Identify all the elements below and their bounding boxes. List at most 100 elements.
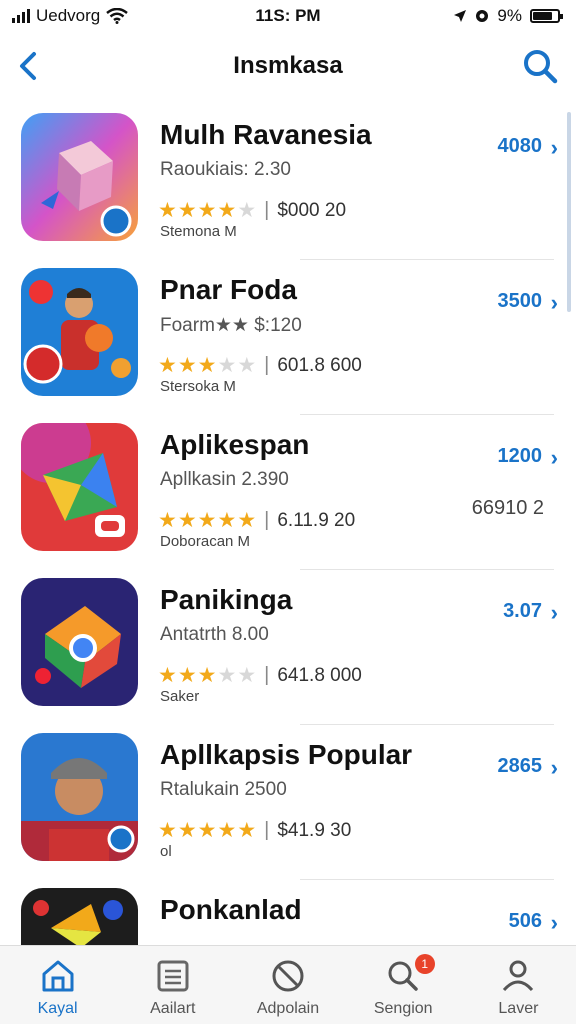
- tab-aailart[interactable]: Aailart: [115, 946, 230, 1024]
- tab-sengion[interactable]: 1 Sengion: [346, 946, 461, 1024]
- page-title: Insmkasa: [233, 52, 343, 79]
- star-icon: ★: [197, 819, 217, 842]
- star-icon: ★: [237, 819, 257, 842]
- app-subtitle: Rtalukain 2500: [160, 779, 287, 800]
- star-icon: ★: [217, 509, 237, 532]
- app-price: 641.8 000: [277, 664, 362, 686]
- star-icon: ★: [197, 354, 217, 377]
- app-category: Saker: [160, 688, 200, 705]
- rating-stars: ★ ★ ★ ★ ★: [158, 665, 256, 686]
- app-name: Apllkapsis Popular: [160, 739, 413, 770]
- app-row[interactable]: Aplikespan Apllkasin 2.390 ★ ★ ★ ★ ★ | 6.11.9 20…: [0, 415, 566, 570]
- app-name: Mulh Ravanesia: [160, 119, 372, 150]
- status-bar: Uedvorg 11S: PM 9%: [0, 0, 576, 34]
- tab-adpolain[interactable]: Adpolain: [230, 946, 345, 1024]
- star-icon: ★: [237, 199, 257, 222]
- separator: |: [264, 509, 270, 531]
- chevron-right-icon[interactable]: ›: [551, 135, 558, 161]
- profile-icon: [498, 956, 538, 996]
- tab-label: Laver: [498, 1000, 539, 1017]
- app-count[interactable]: 506: [509, 910, 542, 933]
- app-category: Stersoka M: [160, 378, 236, 395]
- app-rating: ★ ★ ★ ★ ★ | 641.8 000: [158, 664, 362, 687]
- app-rating: ★ ★ ★ ★ ★ | 601.8 600: [158, 354, 362, 377]
- app-subtitle: Foarm★★ $:120: [160, 315, 302, 336]
- tab-label: Sengion: [373, 1000, 433, 1017]
- app-count[interactable]: 4080: [498, 135, 543, 158]
- app-category: ol: [160, 843, 172, 860]
- app-subtitle: Antatrth 8.00: [160, 624, 269, 645]
- no-entry-icon: [268, 956, 308, 996]
- star-icon: ★: [237, 664, 257, 687]
- chevron-right-icon[interactable]: ›: [551, 600, 558, 626]
- app-extra-value: 66910 2: [471, 497, 544, 519]
- app-price: 6.11.9 20: [277, 509, 356, 531]
- app-rating: ★ ★ ★ ★ ★ | $000 20: [158, 199, 346, 222]
- focus-icon: [476, 10, 489, 22]
- star-icon: ★: [197, 664, 217, 687]
- character-app-icon[interactable]: [21, 268, 138, 396]
- app-price: 601.8 600: [277, 354, 362, 376]
- app-subtitle: Raoukiais: 2.30: [160, 159, 291, 180]
- app-rating: ★ ★ ★ ★ ★ | $41.9 30: [158, 819, 351, 842]
- home-icon: [38, 956, 78, 996]
- app-category: Stemona M: [160, 223, 237, 240]
- star-icon: ★: [177, 664, 197, 687]
- status-right: 9%: [453, 6, 563, 26]
- tab-kayal[interactable]: Kayal: [0, 946, 115, 1024]
- app-count[interactable]: 1200: [498, 445, 543, 468]
- app-row[interactable]: Panikinga Antatrth 8.00 ★ ★ ★ ★ ★ | 641.8 000 Sak…: [0, 570, 566, 725]
- tab-bar: Kayal Aailart Adpolain 1 Sengion Laver: [0, 945, 576, 1024]
- star-icon: ★: [158, 509, 177, 532]
- app-row[interactable]: Mulh Ravanesia Raoukiais: 2.30 ★ ★ ★ ★ ★ | $000 …: [0, 105, 566, 260]
- app-count[interactable]: 2865: [498, 755, 543, 778]
- star-icon: ★: [217, 354, 237, 377]
- chevron-right-icon[interactable]: ›: [551, 910, 558, 936]
- notification-badge: 1: [414, 954, 435, 974]
- search-icon[interactable]: [520, 46, 560, 86]
- app-row[interactable]: Apllkapsis Popular Rtalukain 2500 ★ ★ ★ ★ ★ | $4…: [0, 725, 566, 880]
- tab-laver[interactable]: Laver: [461, 946, 576, 1024]
- cube-chrome-app-icon[interactable]: [21, 578, 138, 706]
- portrait-app-icon[interactable]: [21, 733, 138, 861]
- rating-stars: ★ ★ ★ ★ ★: [158, 820, 256, 841]
- star-icon: ★: [158, 354, 177, 377]
- scrollbar[interactable]: [567, 112, 571, 312]
- star-icon: ★: [177, 819, 197, 842]
- app-price: $000 20: [277, 199, 347, 221]
- star-icon: ★: [237, 354, 257, 377]
- app-count[interactable]: 3.07: [503, 600, 542, 623]
- chevron-right-icon[interactable]: ›: [551, 755, 558, 781]
- app-name: Pnar Foda: [160, 274, 297, 305]
- tab-label: Adpolain: [256, 1000, 320, 1017]
- app-subtitle: Apllkasin 2.390: [160, 469, 289, 490]
- tab-label: Kayal: [37, 1000, 78, 1017]
- rating-stars: ★ ★ ★ ★ ★: [158, 355, 256, 376]
- app-rating: ★ ★ ★ ★ ★ | 6.11.9 20: [158, 509, 355, 532]
- battery-icon: [530, 9, 563, 23]
- star-icon: ★: [177, 354, 197, 377]
- rating-stars: ★ ★ ★ ★ ★: [158, 200, 256, 221]
- app-row[interactable]: Pnar Foda Foarm★★ $:120 ★ ★ ★ ★ ★ | 601.8 600 Ste…: [0, 260, 566, 415]
- star-icon: ★: [158, 819, 177, 842]
- bird-app-icon[interactable]: [21, 888, 138, 945]
- star-icon: ★: [177, 509, 197, 532]
- app-row[interactable]: Ponkanlad 506 ›: [0, 880, 566, 945]
- chevron-right-icon[interactable]: ›: [551, 445, 558, 471]
- location-arrow-icon: [454, 10, 467, 22]
- star-icon: ★: [197, 509, 217, 532]
- app-name: Panikinga: [160, 584, 293, 615]
- app-list: Mulh Ravanesia Raoukiais: 2.30 ★ ★ ★ ★ ★ | $000 …: [0, 105, 576, 945]
- cube-app-icon[interactable]: [21, 113, 138, 241]
- separator: |: [264, 354, 270, 376]
- app-count[interactable]: 3500: [498, 290, 543, 313]
- star-icon: ★: [217, 199, 237, 222]
- triangle-app-icon[interactable]: [21, 423, 138, 551]
- app-name: Aplikespan: [160, 429, 310, 460]
- star-icon: ★: [158, 664, 177, 687]
- chevron-right-icon[interactable]: ›: [551, 290, 558, 316]
- app-name: Ponkanlad: [160, 894, 302, 925]
- star-icon: ★: [217, 664, 237, 687]
- battery-level: [533, 12, 553, 20]
- rating-stars: ★ ★ ★ ★ ★: [158, 510, 256, 531]
